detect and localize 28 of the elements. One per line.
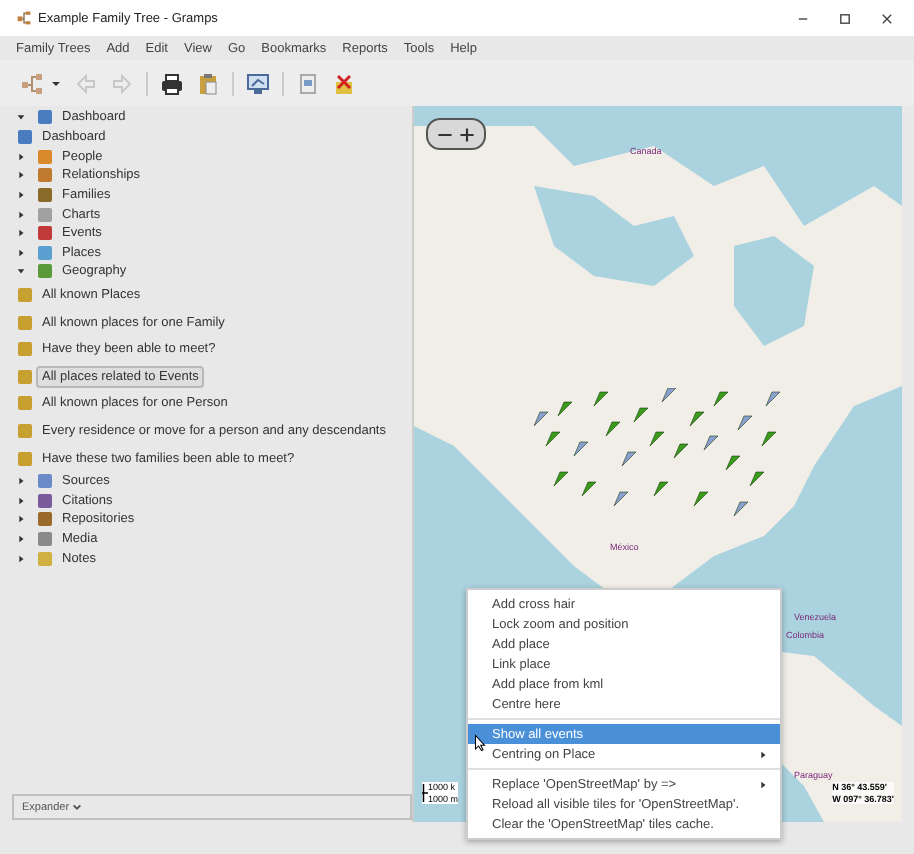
mouse-cursor-icon	[474, 734, 486, 752]
collapsed-arrow-icon[interactable]	[16, 495, 26, 506]
collapsed-arrow-icon[interactable]	[16, 553, 26, 564]
collapsed-arrow-icon[interactable]	[16, 247, 26, 258]
collapsed-arrow-icon[interactable]	[16, 533, 26, 544]
delete-icon[interactable]	[332, 71, 356, 95]
dropdown-arrow-icon[interactable]	[50, 77, 62, 89]
collapsed-arrow-icon[interactable]	[16, 170, 26, 181]
expanded-arrow-icon[interactable]	[16, 266, 26, 277]
collapsed-arrow-icon[interactable]	[16, 228, 26, 239]
close-icon[interactable]	[880, 11, 894, 25]
zoom-control[interactable]	[426, 118, 486, 150]
zoom-minus-plus-icon	[434, 125, 478, 143]
app-icon	[16, 10, 32, 26]
collapsed-arrow-icon[interactable]	[16, 151, 26, 162]
monitor-icon[interactable]	[246, 71, 270, 95]
clipboard-icon[interactable]	[196, 71, 220, 95]
collapsed-arrow-icon[interactable]	[16, 209, 26, 220]
submenu-arrow-icon	[758, 749, 768, 759]
maximize-icon[interactable]	[838, 11, 852, 25]
collapsed-arrow-icon[interactable]	[16, 476, 26, 487]
chevron-down-icon	[71, 802, 82, 812]
submenu-arrow-icon	[758, 779, 768, 789]
collapsed-arrow-icon[interactable]	[16, 190, 26, 201]
print-icon[interactable]	[160, 71, 184, 95]
collapsed-arrow-icon[interactable]	[16, 514, 26, 525]
expanded-arrow-icon[interactable]	[16, 112, 26, 123]
scale-bar-icon	[422, 782, 428, 804]
